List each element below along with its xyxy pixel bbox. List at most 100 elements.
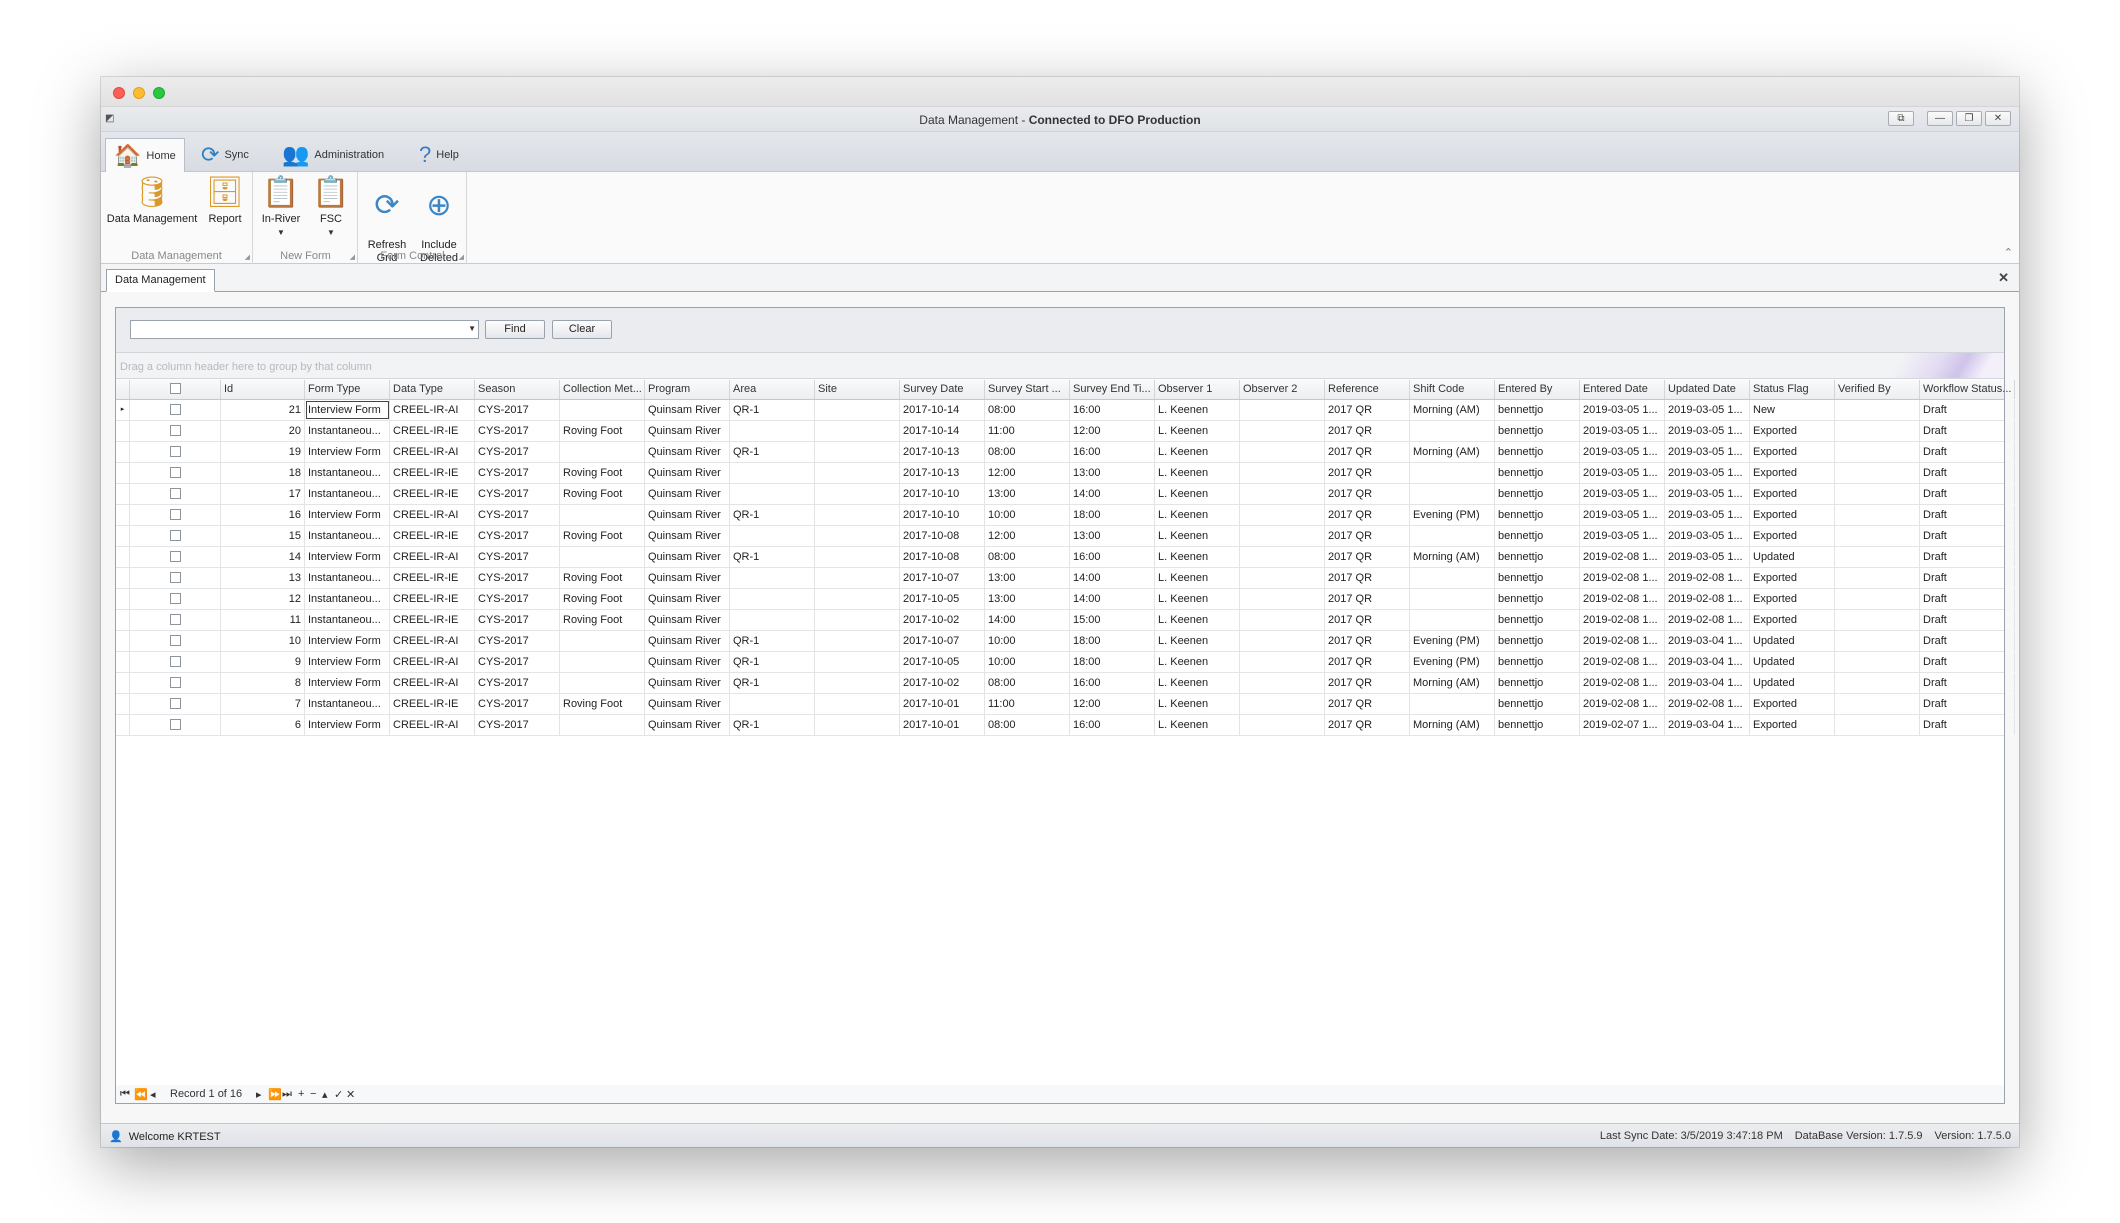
table-cell[interactable] xyxy=(1240,505,1325,525)
table-cell[interactable] xyxy=(1240,400,1325,420)
table-cell[interactable]: 2017-10-05 xyxy=(900,652,985,672)
table-cell[interactable]: 2019-03-05 1... xyxy=(1665,442,1750,462)
chevron-down-icon[interactable]: ▼ xyxy=(468,324,476,333)
table-cell[interactable]: Exported xyxy=(1750,463,1835,483)
table-cell[interactable]: L. Keenen xyxy=(1155,652,1240,672)
table-cell[interactable] xyxy=(1410,694,1495,714)
table-cell[interactable]: Roving Foot xyxy=(560,589,645,609)
table-cell[interactable] xyxy=(1240,589,1325,609)
table-cell[interactable]: 08:00 xyxy=(985,442,1070,462)
table-cell[interactable]: 10:00 xyxy=(985,631,1070,651)
table-cell[interactable]: Draft xyxy=(1920,484,2015,504)
table-cell[interactable] xyxy=(815,652,900,672)
table-cell[interactable] xyxy=(815,484,900,504)
column-header[interactable]: Form Type xyxy=(305,380,390,399)
table-cell[interactable]: L. Keenen xyxy=(1155,715,1240,735)
table-cell[interactable]: 2019-02-08 1... xyxy=(1580,673,1665,693)
table-cell[interactable]: Interview Form xyxy=(305,631,390,651)
table-row[interactable]: 11 Instantaneou... CREEL-IR-IE CYS-2017 Rovi… xyxy=(116,610,2015,631)
table-cell[interactable]: Draft xyxy=(1920,526,2015,546)
table-cell[interactable] xyxy=(1835,463,1920,483)
column-header[interactable]: Survey Start ... xyxy=(985,380,1070,399)
row-checkbox-cell[interactable] xyxy=(130,673,221,693)
table-cell[interactable] xyxy=(560,652,645,672)
table-cell[interactable] xyxy=(1835,484,1920,504)
table-cell[interactable] xyxy=(1240,547,1325,567)
table-cell[interactable]: CREEL-IR-IE xyxy=(390,526,475,546)
table-cell[interactable] xyxy=(730,421,815,441)
table-cell[interactable]: Interview Form xyxy=(305,400,390,420)
table-cell[interactable]: 18:00 xyxy=(1070,505,1155,525)
column-header[interactable]: Verified By xyxy=(1835,380,1920,399)
column-header[interactable]: Observer 1 xyxy=(1155,380,1240,399)
table-cell[interactable] xyxy=(1240,442,1325,462)
table-cell[interactable] xyxy=(1835,526,1920,546)
table-cell[interactable]: QR-1 xyxy=(730,631,815,651)
first-record-icon[interactable]: ⏮ xyxy=(120,1088,130,1101)
table-cell[interactable]: 15 xyxy=(221,526,305,546)
previous-page-icon[interactable]: ⏪ xyxy=(134,1088,148,1101)
table-cell[interactable]: Draft xyxy=(1920,505,2015,525)
table-cell[interactable]: L. Keenen xyxy=(1155,589,1240,609)
table-cell[interactable] xyxy=(730,694,815,714)
table-cell[interactable]: Draft xyxy=(1920,631,2015,651)
table-cell[interactable] xyxy=(1240,715,1325,735)
table-cell[interactable] xyxy=(1410,589,1495,609)
table-cell[interactable] xyxy=(1240,652,1325,672)
tab-sync[interactable]: ⟳ Sync xyxy=(193,138,257,172)
table-cell[interactable] xyxy=(1240,694,1325,714)
table-cell[interactable]: CYS-2017 xyxy=(475,673,560,693)
table-row[interactable]: 17 Instantaneou... CREEL-IR-IE CYS-2017 Rovi… xyxy=(116,484,2015,505)
row-checkbox-cell[interactable] xyxy=(130,652,221,672)
table-cell[interactable]: CREEL-IR-IE xyxy=(390,589,475,609)
table-cell[interactable] xyxy=(1835,547,1920,567)
table-cell[interactable]: 2017-10-02 xyxy=(900,610,985,630)
table-cell[interactable]: Exported xyxy=(1750,526,1835,546)
table-cell[interactable]: QR-1 xyxy=(730,715,815,735)
edit-record-icon[interactable]: ▴ xyxy=(322,1088,328,1101)
table-cell[interactable] xyxy=(815,610,900,630)
table-cell[interactable] xyxy=(1835,589,1920,609)
table-cell[interactable]: Exported xyxy=(1750,484,1835,504)
table-cell[interactable]: 2017-10-13 xyxy=(900,463,985,483)
table-cell[interactable] xyxy=(815,547,900,567)
table-cell[interactable]: Updated xyxy=(1750,673,1835,693)
column-header[interactable]: Site xyxy=(815,380,900,399)
table-cell[interactable]: 2017 QR xyxy=(1325,526,1410,546)
table-cell[interactable]: Quinsam River xyxy=(645,715,730,735)
table-cell[interactable]: 2017-10-10 xyxy=(900,484,985,504)
table-cell[interactable]: Updated xyxy=(1750,547,1835,567)
table-cell[interactable]: 2017 QR xyxy=(1325,652,1410,672)
column-header[interactable]: Updated Date xyxy=(1665,380,1750,399)
table-cell[interactable] xyxy=(560,631,645,651)
row-checkbox-cell[interactable] xyxy=(130,568,221,588)
table-cell[interactable]: CYS-2017 xyxy=(475,589,560,609)
table-cell[interactable]: 16 xyxy=(221,505,305,525)
table-cell[interactable]: bennettjo xyxy=(1495,568,1580,588)
table-cell[interactable]: 13:00 xyxy=(1070,526,1155,546)
table-cell[interactable]: CYS-2017 xyxy=(475,421,560,441)
table-row[interactable]: 10 Interview Form CREEL-IR-AI CYS-2017 Quins… xyxy=(116,631,2015,652)
tab-data-management[interactable]: Data Management xyxy=(106,269,215,292)
table-cell[interactable]: 10:00 xyxy=(985,652,1070,672)
table-cell[interactable] xyxy=(1240,568,1325,588)
table-cell[interactable]: bennettjo xyxy=(1495,715,1580,735)
table-row[interactable]: 20 Instantaneou... CREEL-IR-IE CYS-2017 Rovi… xyxy=(116,421,2015,442)
table-cell[interactable] xyxy=(560,547,645,567)
group-expand-icon[interactable]: ◢ xyxy=(350,253,355,261)
row-checkbox[interactable] xyxy=(169,676,181,688)
table-cell[interactable]: 2019-03-05 1... xyxy=(1665,463,1750,483)
column-header[interactable]: Observer 2 xyxy=(1240,380,1325,399)
select-all-checkbox[interactable] xyxy=(169,382,181,394)
table-cell[interactable] xyxy=(815,400,900,420)
tab-home[interactable]: 🏠 Home xyxy=(105,138,185,173)
table-cell[interactable]: 2019-03-05 1... xyxy=(1580,526,1665,546)
table-cell[interactable]: CREEL-IR-IE xyxy=(390,421,475,441)
row-checkbox[interactable] xyxy=(169,529,181,541)
table-cell[interactable]: CREEL-IR-IE xyxy=(390,463,475,483)
table-cell[interactable]: Roving Foot xyxy=(560,694,645,714)
table-row[interactable]: 12 Instantaneou... CREEL-IR-IE CYS-2017 Rovi… xyxy=(116,589,2015,610)
add-record-icon[interactable]: + xyxy=(298,1088,304,1100)
table-cell[interactable]: 2017-10-08 xyxy=(900,547,985,567)
table-cell[interactable] xyxy=(1240,610,1325,630)
